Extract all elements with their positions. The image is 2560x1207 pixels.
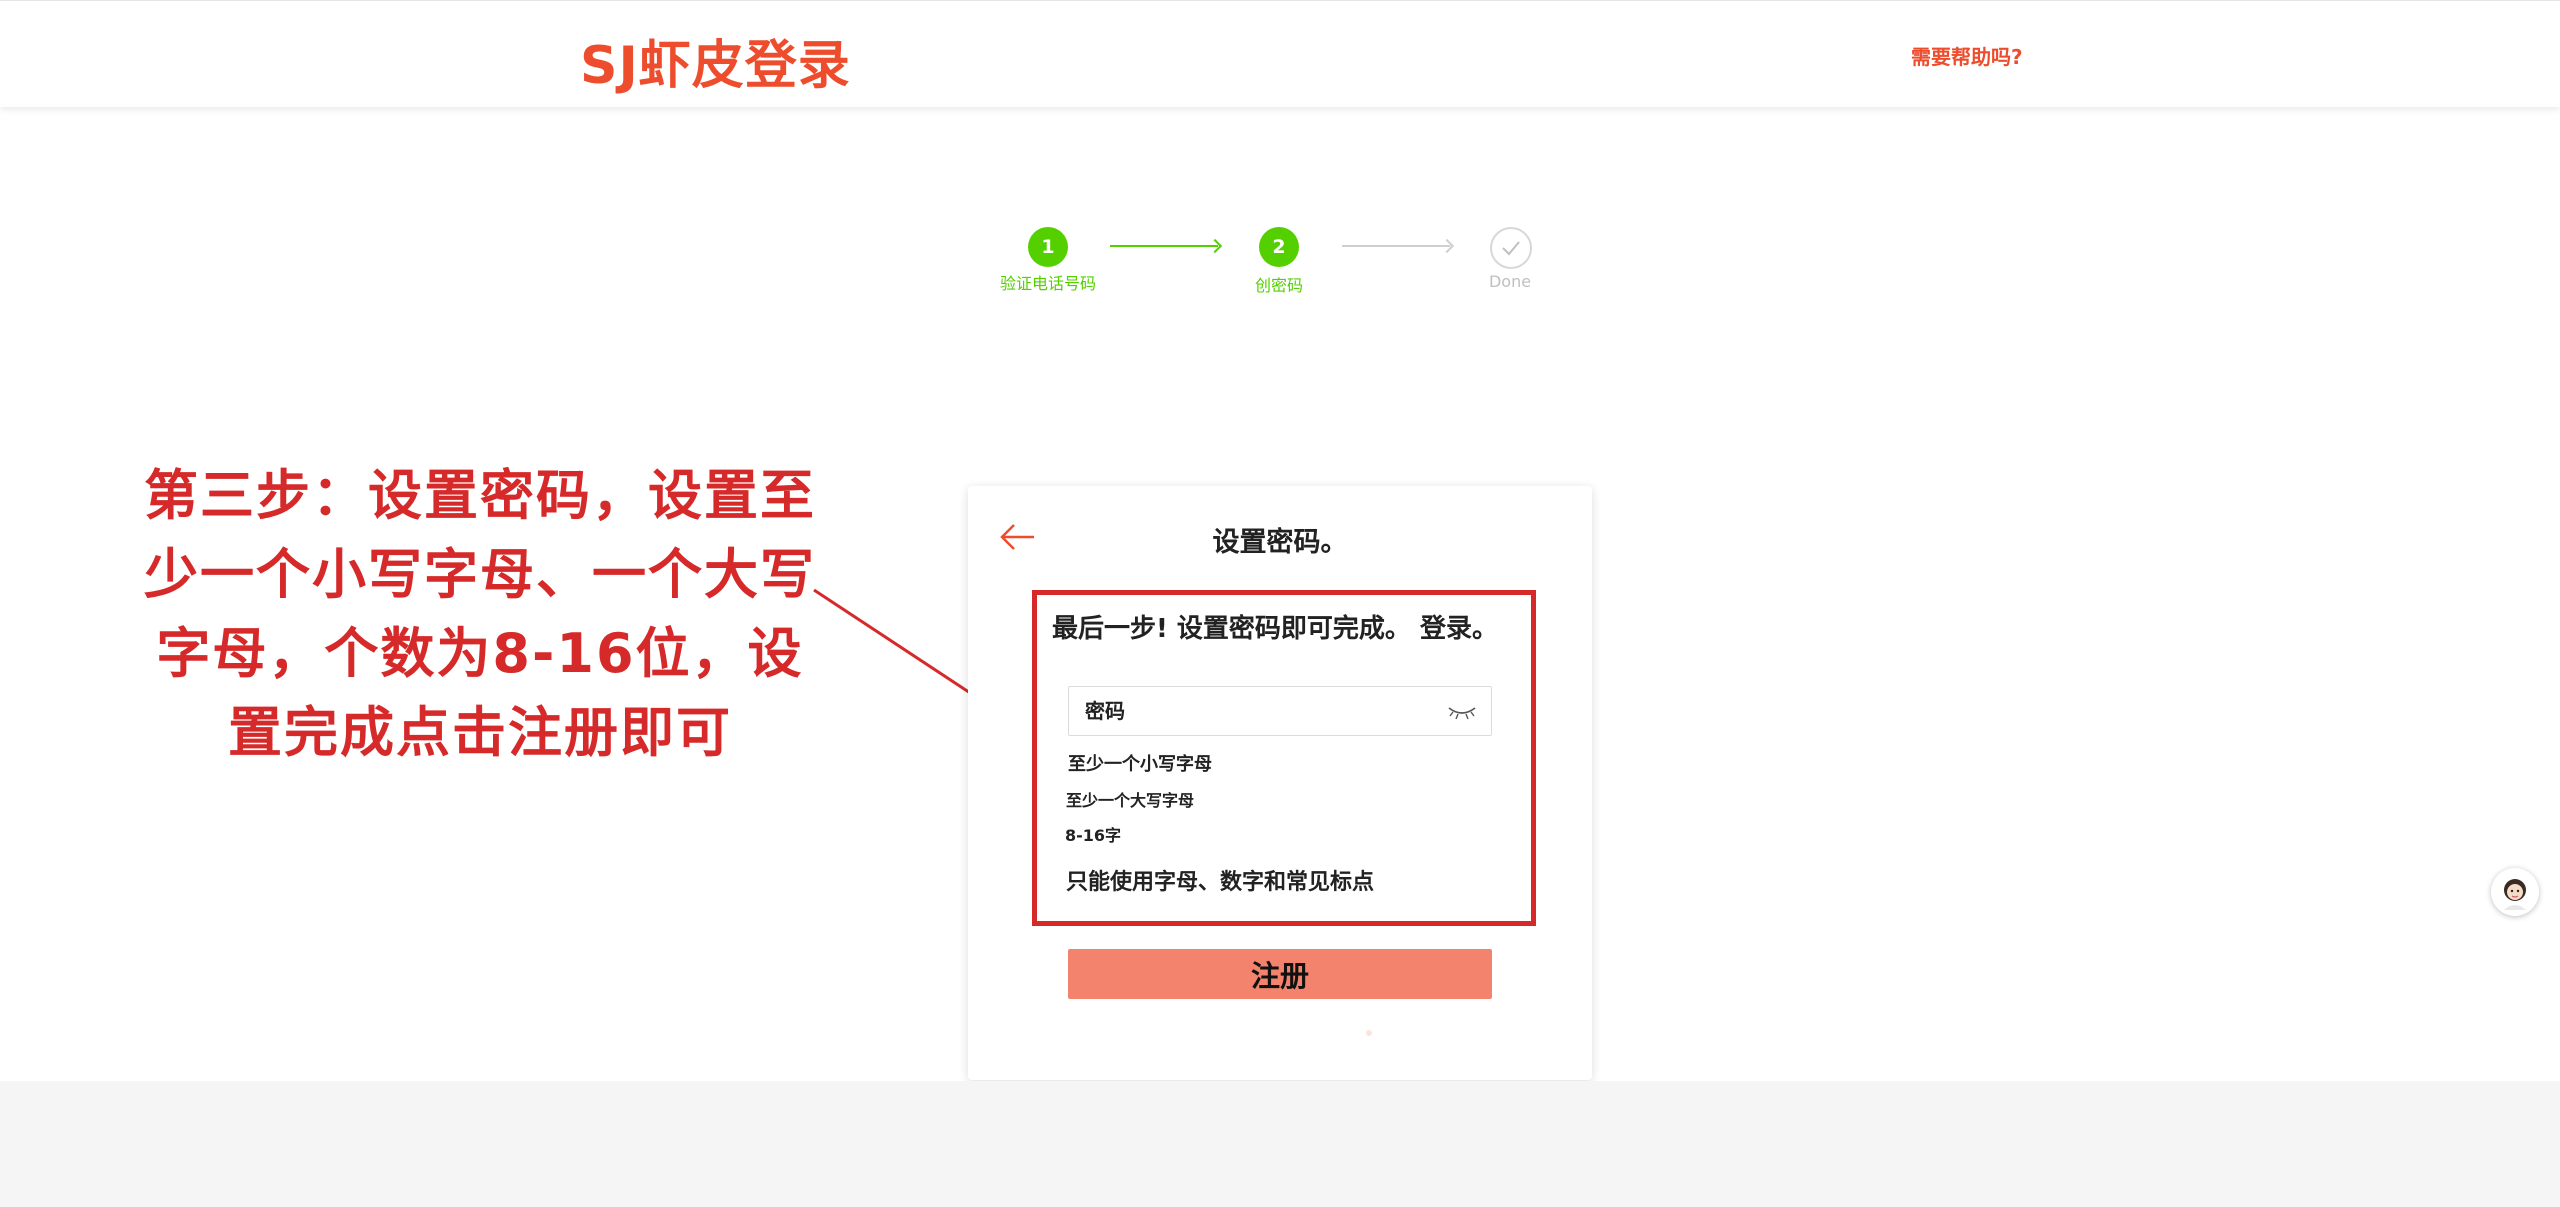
check-icon: [1502, 241, 1520, 256]
step-3-circle: [1490, 227, 1532, 269]
step-2-circle: 2: [1259, 227, 1299, 267]
brand-title: SJ虾皮登录: [580, 36, 851, 96]
top-header: SJ虾皮登录 需要帮助吗?: [0, 0, 2560, 107]
assistant-avatar-icon[interactable]: [2491, 868, 2539, 916]
help-link[interactable]: 需要帮助吗?: [1911, 41, 2023, 70]
password-field[interactable]: [1068, 686, 1492, 736]
main-content: 1 验证电话号码 2 创密码 Done 第三步：设置密码，设置至少一个小写字母、…: [0, 106, 2560, 1081]
rule-lowercase: 至少一个小写字母: [1068, 754, 1212, 775]
instruction-annotation: 第三步：设置密码，设置至少一个小写字母、一个大写字母，个数为8-16位，设置完成…: [144, 464, 816, 764]
page-footer: [0, 1081, 2560, 1207]
step-connector-1: [1110, 245, 1218, 247]
decor-dot: [1366, 1030, 1372, 1036]
step-2-label: 创密码: [1254, 276, 1303, 295]
password-input[interactable]: [1069, 687, 1445, 735]
eye-closed-icon[interactable]: [1447, 701, 1477, 721]
step-1-circle: 1: [1028, 227, 1068, 267]
register-button[interactable]: 注册: [1068, 949, 1492, 999]
step-connector-2: [1342, 245, 1450, 247]
rule-uppercase: 至少一个大写字母: [1066, 791, 1195, 810]
rule-length: 8-16字: [1065, 826, 1122, 845]
password-card: 设置密码。 最后一步! 设置密码即可完成。 登录。 至少一个小写字母 至少一个大…: [968, 486, 1592, 1080]
card-title: 设置密码。: [1212, 527, 1348, 558]
step-3-label: Done: [1488, 272, 1532, 291]
card-subtitle: 最后一步! 设置密码即可完成。 登录。: [1052, 614, 1498, 644]
step-1-label: 验证电话号码: [999, 274, 1096, 293]
rule-allowed-chars: 只能使用字母、数字和常见标点: [1066, 870, 1375, 895]
